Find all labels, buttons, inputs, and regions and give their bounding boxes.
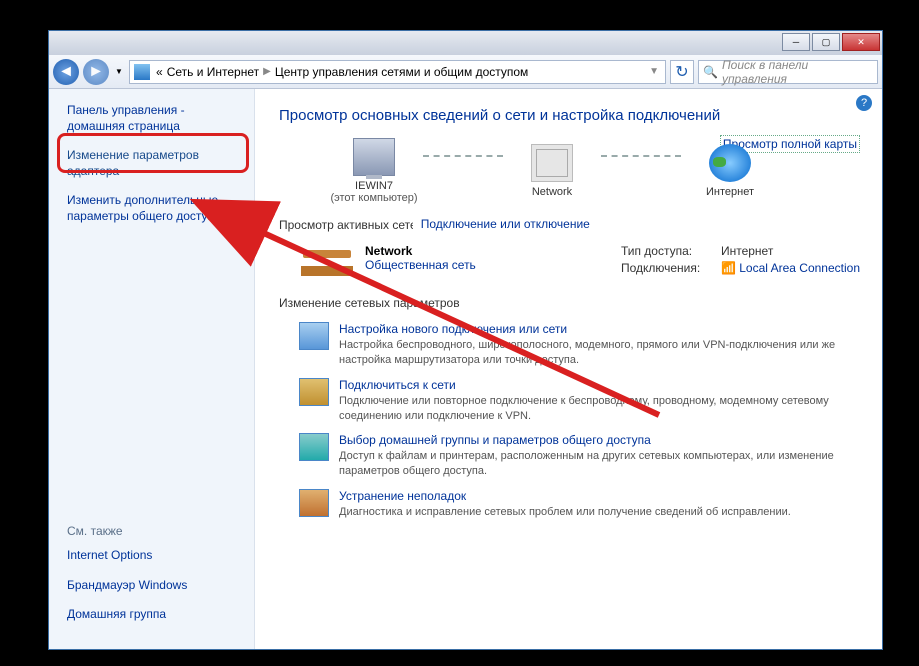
settings-item-homegroup[interactable]: Выбор домашней группы и параметров общег… [299, 433, 860, 479]
sidebar-adapter-settings-link[interactable]: Изменение параметров адаптера [67, 148, 240, 179]
forward-button[interactable]: ► [83, 59, 109, 85]
settings-list: Настройка нового подключения или сетиНас… [279, 322, 860, 520]
network-node-pc: IEWIN7 (этот компьютер) [319, 138, 429, 204]
see-also-label: См. также [67, 524, 240, 538]
active-networks-header: Просмотр активных сетей [279, 218, 431, 232]
minimize-button[interactable]: ─ [782, 33, 810, 51]
network-settings-header: Изменение сетевых параметров [279, 296, 468, 310]
network-info: Network Общественная сеть [365, 244, 621, 282]
network-label: Network [532, 186, 572, 198]
sidebar-advanced-sharing-link[interactable]: Изменить дополнительные параметры общего… [67, 193, 240, 224]
breadcrumb-seg2[interactable]: Центр управления сетями и общим доступом [273, 65, 531, 79]
control-panel-window: ─ ▢ ✕ ◄ ► ▼ « Сеть и Интернет ▶ Центр уп… [48, 30, 883, 650]
sidebar-home-link[interactable]: Панель управления - домашняя страница [67, 103, 240, 134]
search-icon: 🔍 [703, 65, 718, 79]
back-button[interactable]: ◄ [53, 59, 79, 85]
access-type-label: Тип доступа: [621, 244, 721, 258]
troubleshoot-icon [299, 489, 329, 517]
close-button[interactable]: ✕ [842, 33, 880, 51]
see-also-internet-options[interactable]: Internet Options [67, 548, 240, 564]
page-title: Просмотр основных сведений о сети и наст… [279, 107, 860, 124]
network-details: Тип доступа: Интернет Подключения: 📶 Loc… [621, 244, 860, 282]
refresh-button[interactable]: ↻ [670, 60, 694, 84]
internet-label: Интернет [706, 186, 754, 198]
active-network-row: Network Общественная сеть Тип доступа: И… [299, 244, 860, 282]
connect-network-icon [299, 378, 329, 406]
search-placeholder: Поиск в панели управления [722, 58, 873, 86]
settings-item-connect-network[interactable]: Подключиться к сетиПодключение или повто… [299, 378, 860, 424]
bench-icon [299, 244, 355, 282]
connection-link[interactable]: 📶 Local Area Connection [721, 261, 860, 275]
titlebar: ─ ▢ ✕ [49, 31, 882, 55]
address-bar: ◄ ► ▼ « Сеть и Интернет ▶ Центр управлен… [49, 55, 882, 89]
connect-disconnect-link[interactable]: Подключение или отключение [413, 217, 598, 231]
history-dropdown-icon[interactable]: ▼ [113, 59, 125, 85]
connection-line [423, 155, 503, 157]
see-also-firewall[interactable]: Брандмауэр Windows [67, 578, 240, 594]
main-panel: Просмотр основных сведений о сети и наст… [255, 89, 882, 649]
breadcrumb[interactable]: « Сеть и Интернет ▶ Центр управления сет… [129, 60, 666, 84]
network-icon [531, 144, 573, 182]
globe-icon [709, 144, 751, 182]
pc-subtitle: (этот компьютер) [330, 192, 417, 204]
pc-name: IEWIN7 [355, 180, 393, 192]
sidebar: Панель управления - домашняя страница Из… [49, 89, 255, 649]
breadcrumb-seg1[interactable]: Сеть и Интернет [165, 65, 261, 79]
connection-line [601, 155, 681, 157]
breadcrumb-dropdown-icon[interactable]: ▼ [647, 66, 661, 77]
active-networks-section: Просмотр активных сетей Подключение или … [279, 218, 860, 282]
computer-icon [353, 138, 395, 176]
network-settings-section: Изменение сетевых параметров Настройка н… [279, 296, 860, 520]
search-input[interactable]: 🔍 Поиск в панели управления [698, 60, 878, 84]
control-panel-icon [134, 64, 150, 80]
network-type-link[interactable]: Общественная сеть [365, 258, 621, 272]
homegroup-icon [299, 433, 329, 461]
access-type-value: Интернет [721, 244, 773, 258]
settings-item-new-connection[interactable]: Настройка нового подключения или сетиНас… [299, 322, 860, 368]
maximize-button[interactable]: ▢ [812, 33, 840, 51]
see-also-homegroup[interactable]: Домашняя группа [67, 607, 240, 623]
network-node-network: Network [497, 144, 607, 198]
connections-label: Подключения: [621, 261, 721, 275]
settings-item-troubleshoot[interactable]: Устранение неполадокДиагностика и исправ… [299, 489, 860, 520]
new-connection-icon [299, 322, 329, 350]
breadcrumb-sep-icon: ▶ [261, 66, 273, 77]
network-name: Network [365, 244, 621, 258]
window-body: ? Панель управления - домашняя страница … [49, 89, 882, 649]
breadcrumb-prefix: « [154, 65, 165, 79]
